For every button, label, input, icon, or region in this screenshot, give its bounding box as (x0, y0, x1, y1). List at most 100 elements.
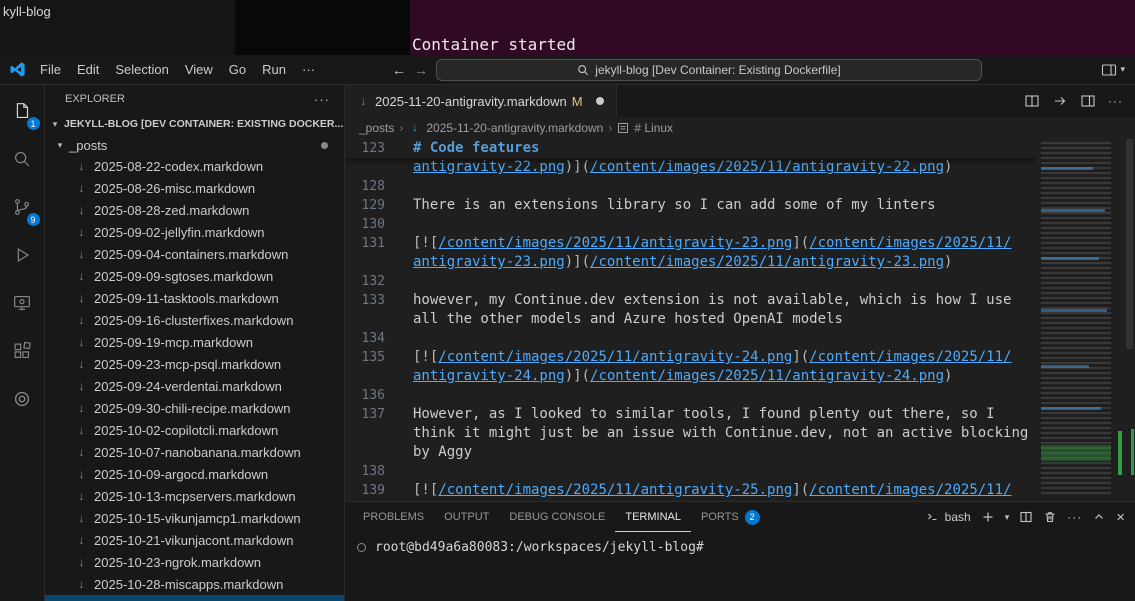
editor-line[interactable]: think it might just be an issue with Con… (345, 424, 1036, 443)
file-row[interactable]: ↓2025-09-30-chili-recipe.markdown (45, 397, 344, 419)
file-row[interactable]: ↓2025-09-11-tasktools.markdown (45, 287, 344, 309)
file-row[interactable]: ↓2025-10-21-vikunjacont.markdown (45, 529, 344, 551)
menu-item-edit[interactable]: Edit (69, 59, 107, 81)
tab-antigravity-markdown[interactable]: ↓ 2025-11-20-antigravity.markdown M (345, 85, 617, 117)
file-row[interactable]: ↓2025-10-07-nanobanana.markdown (45, 441, 344, 463)
panel-tab-problems[interactable]: PROBLEMS (353, 502, 434, 532)
file-row[interactable]: ↓2025-09-09-sgtoses.markdown (45, 265, 344, 287)
git-modified-indicator: M (572, 94, 583, 109)
shell-picker[interactable]: bash (926, 510, 971, 524)
sidebar-item-extension-view[interactable] (0, 375, 45, 423)
menu-item-selection[interactable]: Selection (107, 59, 176, 81)
panel-tab-ports[interactable]: PORTS2 (691, 502, 770, 532)
file-row[interactable]: ↓2025-09-16-clusterfixes.markdown (45, 309, 344, 331)
kill-terminal-icon[interactable] (1043, 510, 1057, 524)
editor-line[interactable]: 135[![/content/images/2025/11/antigravit… (345, 348, 1036, 367)
new-terminal-icon[interactable] (981, 510, 995, 524)
split-editor-icon[interactable] (1080, 93, 1096, 109)
panel-tab-debug-console[interactable]: DEBUG CONSOLE (499, 502, 615, 532)
vscode-logo-icon[interactable] (9, 61, 26, 78)
editor-line[interactable]: 139[![/content/images/2025/11/antigravit… (345, 481, 1036, 500)
menu-item-run[interactable]: Run (254, 59, 294, 81)
panel-tab-terminal[interactable]: TERMINAL (615, 502, 691, 532)
sidebar-item-source-control[interactable]: 9 (0, 183, 45, 231)
chevron-down-icon[interactable]: ▾ (1005, 512, 1010, 523)
editor-line[interactable]: 133however, my Continue.dev extension is… (345, 291, 1036, 310)
code-area[interactable]: antigravity-22.png)](/content/images/202… (345, 139, 1036, 501)
open-preview-icon[interactable] (1024, 93, 1040, 109)
file-row[interactable]: ↓2025-10-09-argocd.markdown (45, 463, 344, 485)
sidebar-item-run-debug[interactable] (0, 231, 45, 279)
terminal-panel[interactable]: root@bd49a6a80083:/workspaces/jekyll-blo… (345, 532, 1135, 601)
file-row-selected[interactable] (45, 595, 344, 601)
editor-line[interactable]: 134 (345, 329, 1036, 348)
menu-item-go[interactable]: Go (221, 59, 254, 81)
file-row[interactable]: ↓2025-09-02-jellyfin.markdown (45, 221, 344, 243)
editor-line[interactable]: antigravity-25.png)](/content/images/202… (345, 500, 1036, 501)
minimap[interactable] (1036, 139, 1124, 501)
unsaved-dot[interactable] (596, 97, 604, 105)
close-panel-icon[interactable]: × (1116, 510, 1125, 525)
editor-line[interactable]: 136 (345, 386, 1036, 405)
editor-line[interactable]: by Aggy (345, 443, 1036, 462)
menu-item--[interactable]: ··· (294, 59, 323, 81)
back-icon[interactable]: ← (392, 62, 406, 78)
editor-line[interactable]: all the other models and Azure hosted Op… (345, 310, 1036, 329)
forward-icon[interactable]: → (414, 62, 428, 78)
sidebar-item-explorer[interactable]: 1 (0, 87, 45, 135)
command-center[interactable]: jekyll-blog [Dev Container: Existing Doc… (436, 59, 982, 81)
more-actions-icon[interactable]: ··· (314, 92, 330, 107)
file-name: 2025-10-13-mcpservers.markdown (94, 489, 296, 504)
screen: kyll-blog Container started builder@LuiG… (0, 0, 1135, 601)
panel-tab-output[interactable]: OUTPUT (434, 502, 499, 532)
menu-item-view[interactable]: View (177, 59, 221, 81)
chevron-down-icon[interactable]: ▾ (1120, 64, 1125, 75)
file-row[interactable]: ↓2025-09-24-verdentai.markdown (45, 375, 344, 397)
editor-line[interactable]: 130 (345, 215, 1036, 234)
scrollbar-slider[interactable] (1126, 139, 1133, 349)
line-content: antigravity-23.png)](/content/images/202… (413, 253, 952, 272)
editor-line[interactable]: 137However, as I looked to similar tools… (345, 405, 1036, 424)
file-row[interactable]: ↓2025-09-04-containers.markdown (45, 243, 344, 265)
file-row[interactable]: ↓2025-10-28-miscapps.markdown (45, 573, 344, 595)
editor-line[interactable]: 129There is an extensions library so I c… (345, 196, 1036, 215)
more-actions-icon[interactable]: ··· (1108, 94, 1123, 108)
editor-line[interactable]: antigravity-22.png)](/content/images/202… (345, 158, 1036, 177)
breadcrumb-symbol[interactable]: # Linux (634, 121, 673, 135)
editor-line[interactable]: antigravity-24.png)](/content/images/202… (345, 367, 1036, 386)
titlebar: FileEditSelectionViewGoRun··· ← → jekyll… (0, 55, 1135, 85)
menu-item-file[interactable]: File (32, 59, 69, 81)
file-row[interactable]: ↓2025-08-28-zed.markdown (45, 199, 344, 221)
file-row[interactable]: ↓2025-08-26-misc.markdown (45, 177, 344, 199)
editor-line[interactable]: 128 (345, 177, 1036, 196)
sticky-scroll[interactable]: 123 # Code features (345, 139, 1036, 158)
line-number: 136 (345, 386, 385, 405)
open-changes-icon[interactable] (1052, 93, 1068, 109)
file-row[interactable]: ↓2025-10-15-vikunjamcp1.markdown (45, 507, 344, 529)
split-terminal-icon[interactable] (1019, 510, 1033, 524)
file-row[interactable]: ↓2025-10-23-ngrok.markdown (45, 551, 344, 573)
workspace-section-header[interactable]: ▾ JEKYLL-BLOG [DEV CONTAINER: EXISTING D… (45, 113, 344, 135)
file-name: 2025-10-28-miscapps.markdown (94, 577, 283, 592)
sidebar-item-search[interactable] (0, 135, 45, 183)
scrollbar[interactable] (1124, 139, 1135, 501)
file-row[interactable]: ↓2025-09-19-mcp.markdown (45, 331, 344, 353)
editor-line[interactable]: antigravity-23.png)](/content/images/202… (345, 253, 1036, 272)
sidebar-item-remote-explorer[interactable] (0, 279, 45, 327)
file-row[interactable]: ↓2025-08-22-codex.markdown (45, 155, 344, 177)
file-row[interactable]: ↓2025-10-13-mcpservers.markdown (45, 485, 344, 507)
file-name: 2025-09-02-jellyfin.markdown (94, 225, 265, 240)
breadcrumb-folder[interactable]: _posts (359, 121, 394, 135)
folder-item-posts[interactable]: ▾ _posts (45, 135, 344, 155)
explorer-badge: 1 (26, 116, 41, 131)
customize-layout-icon[interactable] (1101, 62, 1117, 78)
maximize-panel-icon[interactable] (1092, 510, 1106, 524)
panel-more-icon[interactable]: ··· (1067, 510, 1082, 524)
editor-line[interactable]: 131[![/content/images/2025/11/antigravit… (345, 234, 1036, 253)
breadcrumb-file[interactable]: 2025-11-20-antigravity.markdown (426, 121, 603, 135)
sidebar-item-extensions[interactable] (0, 327, 45, 375)
editor-line[interactable]: 138 (345, 462, 1036, 481)
file-row[interactable]: ↓2025-09-23-mcp-psql.markdown (45, 353, 344, 375)
file-row[interactable]: ↓2025-10-02-copilotcli.markdown (45, 419, 344, 441)
editor-line[interactable]: 132 (345, 272, 1036, 291)
